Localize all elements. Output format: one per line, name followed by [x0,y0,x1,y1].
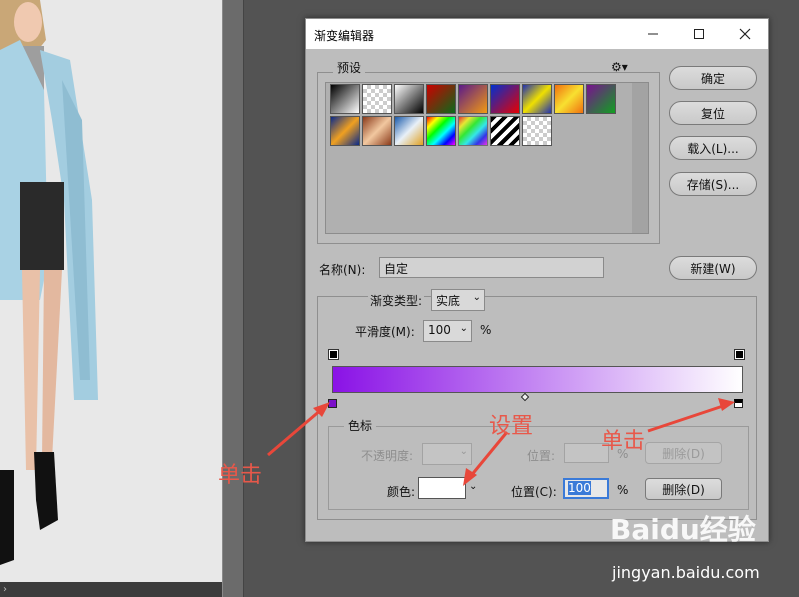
baidu-watermark-logo: Baidu经验 [610,513,756,546]
annotation-setting: 设置 [489,414,534,439]
arrow-head-right [718,398,735,411]
annotation-click-right: 单击 [601,429,646,454]
annotation-click-left: 单击 [218,463,263,488]
arrow-line-left [267,407,323,457]
arrow-line-right [647,403,727,433]
baidu-watermark-url: jingyan.baidu.com [612,563,760,582]
